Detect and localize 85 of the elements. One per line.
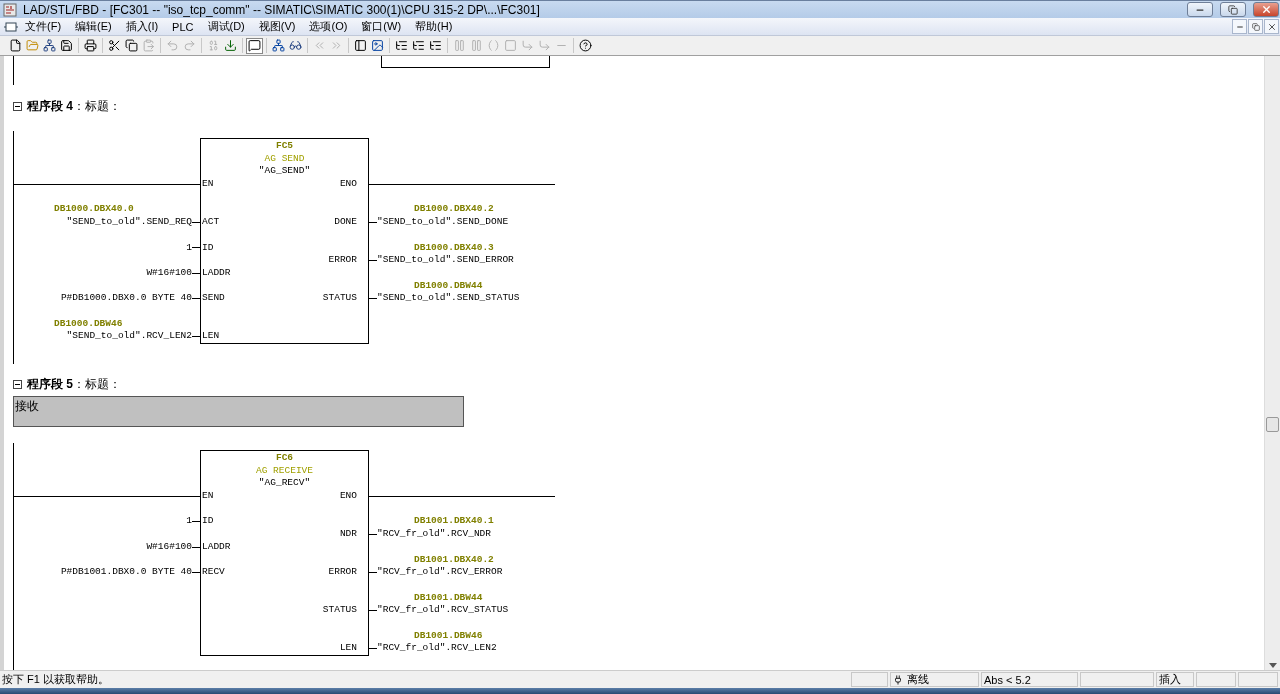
menu-item[interactable]: 帮助(H) [408, 19, 460, 34]
operand-address: DB1000.DBX40.2 [414, 203, 494, 217]
pin-label: RECV [202, 566, 225, 579]
close-button[interactable] [1253, 2, 1279, 17]
plug-icon [893, 674, 903, 685]
connection-status: 离线 [907, 672, 929, 687]
minimize-button[interactable] [1187, 2, 1213, 17]
operand: "SEND_to_old".SEND_STATUS [377, 292, 520, 305]
block-symbol: "AG_RECV" [257, 477, 312, 491]
pin-label: ERROR [328, 254, 357, 267]
pin-label: DONE [334, 216, 357, 229]
operand: P#DB1001.DBX0.0 BYTE 40 [60, 566, 192, 579]
close-button[interactable] [1264, 19, 1279, 34]
pin-label: SEND [202, 292, 225, 305]
operand-address: DB1000.DBW46 [54, 317, 123, 331]
operand: 1 [186, 515, 192, 529]
menu-item[interactable]: 调试(D) [200, 19, 252, 34]
operand: "RCV_fr_old".RCV_LEN2 [377, 642, 497, 656]
network-title: 程序段 4：标题： [27, 97, 121, 115]
app-icon [3, 2, 17, 17]
pin-label: ENO [339, 490, 357, 503]
operand: 1 [186, 241, 192, 255]
operand-address: DB1001.DBX40.1 [414, 515, 494, 529]
pin-label: LEN [202, 330, 220, 343]
menu-item[interactable]: 窗口(W) [354, 19, 409, 34]
network-title: 程序段 5：标题： [27, 375, 121, 393]
block-number: FC6 [274, 452, 295, 465]
menu-item[interactable]: 插入(I) [118, 19, 166, 34]
pin-label: EN [202, 178, 214, 191]
pin-label: ACT [202, 216, 220, 229]
network-comment[interactable]: 接收 [13, 396, 464, 427]
operand-address: DB1001.DBX40.2 [414, 553, 494, 567]
status-hint: 按下 F1 以获取帮助。 [1, 672, 110, 687]
close-icon [1260, 4, 1272, 15]
pin-label: ID [202, 515, 214, 529]
edit-mode: 插入 [1159, 672, 1181, 687]
operand: "SEND_to_old".SEND_DONE [377, 216, 509, 229]
pin-label: ID [202, 241, 214, 255]
block-number: FC5 [274, 140, 295, 153]
restore-button[interactable] [1220, 2, 1246, 17]
pin-label: STATUS [322, 292, 357, 305]
menu-item[interactable]: 选项(O) [302, 19, 355, 34]
close-icon [1266, 21, 1277, 32]
restore-icon [1228, 4, 1238, 15]
operand-address: DB1000.DBW44 [414, 279, 483, 293]
operand: "SEND_to_old".SEND_REQ [66, 216, 192, 229]
pin-label: NDR [339, 528, 357, 541]
document-icon[interactable] [4, 21, 18, 32]
window-title: LAD/STL/FBD - [FC301 -- "iso_tcp_comm" -- SIMATIC\SIMATIC 300(1)\CPU 315-2 DP\...\FC301] [23, 2, 541, 17]
operand-address: DB1001.DBW46 [414, 629, 483, 643]
collapse-icon[interactable] [13, 379, 22, 389]
collapse-icon[interactable] [13, 101, 22, 111]
operand-address: DB1000.DBX40.3 [414, 241, 494, 255]
pin-label: LADDR [202, 266, 231, 280]
view-mode: Abs < 5.2 [984, 673, 1031, 686]
operand: P#DB1000.DBX0.0 BYTE 40 [60, 292, 192, 305]
operand: "SEND_to_old".RCV_LEN2 [66, 330, 192, 344]
function-block[interactable]: FC5 AG SEND "AG_SEND" EN ACT ID LADDR SEND LEN ENO DONE ERROR STATUS [200, 138, 369, 344]
pin-label: ENO [339, 178, 357, 191]
restore-icon [1251, 22, 1260, 31]
restore-button[interactable] [1248, 19, 1263, 34]
menu-item[interactable]: 编辑(E) [68, 19, 119, 34]
menu-item[interactable]: 视图(V) [251, 19, 303, 34]
function-block[interactable] [381, 56, 550, 68]
pin-label: STATUS [322, 604, 357, 617]
operand: W#16#100 [146, 266, 192, 280]
scrollbar[interactable] [1264, 56, 1280, 670]
operand-address: DB1000.DBX40.0 [54, 203, 134, 217]
pin-label: ERROR [328, 566, 357, 579]
operand: "RCV_fr_old".RCV_ERROR [377, 566, 503, 579]
menu-item[interactable]: 文件(F) [18, 19, 69, 34]
operand: "RCV_fr_old".RCV_STATUS [377, 604, 509, 617]
block-symbol: "AG_SEND" [257, 165, 312, 179]
pin-label: LEN [339, 642, 357, 655]
pin-label: LADDR [202, 540, 231, 554]
operand: "RCV_fr_old".RCV_NDR [377, 528, 492, 541]
block-type: AG RECEIVE [255, 464, 314, 478]
operand: "SEND_to_old".SEND_ERROR [377, 254, 514, 267]
function-block[interactable]: FC6 AG RECEIVE "AG_RECV" EN ID LADDR RECV ENO NDR ERROR STATUS LEN [200, 450, 369, 656]
block-type: AG SEND [263, 152, 306, 166]
operand-address: DB1001.DBW44 [414, 591, 483, 605]
pin-label: EN [202, 490, 214, 503]
operand: W#16#100 [146, 540, 192, 554]
menu-item[interactable]: PLC [165, 20, 201, 33]
minimize-button[interactable] [1232, 19, 1247, 34]
